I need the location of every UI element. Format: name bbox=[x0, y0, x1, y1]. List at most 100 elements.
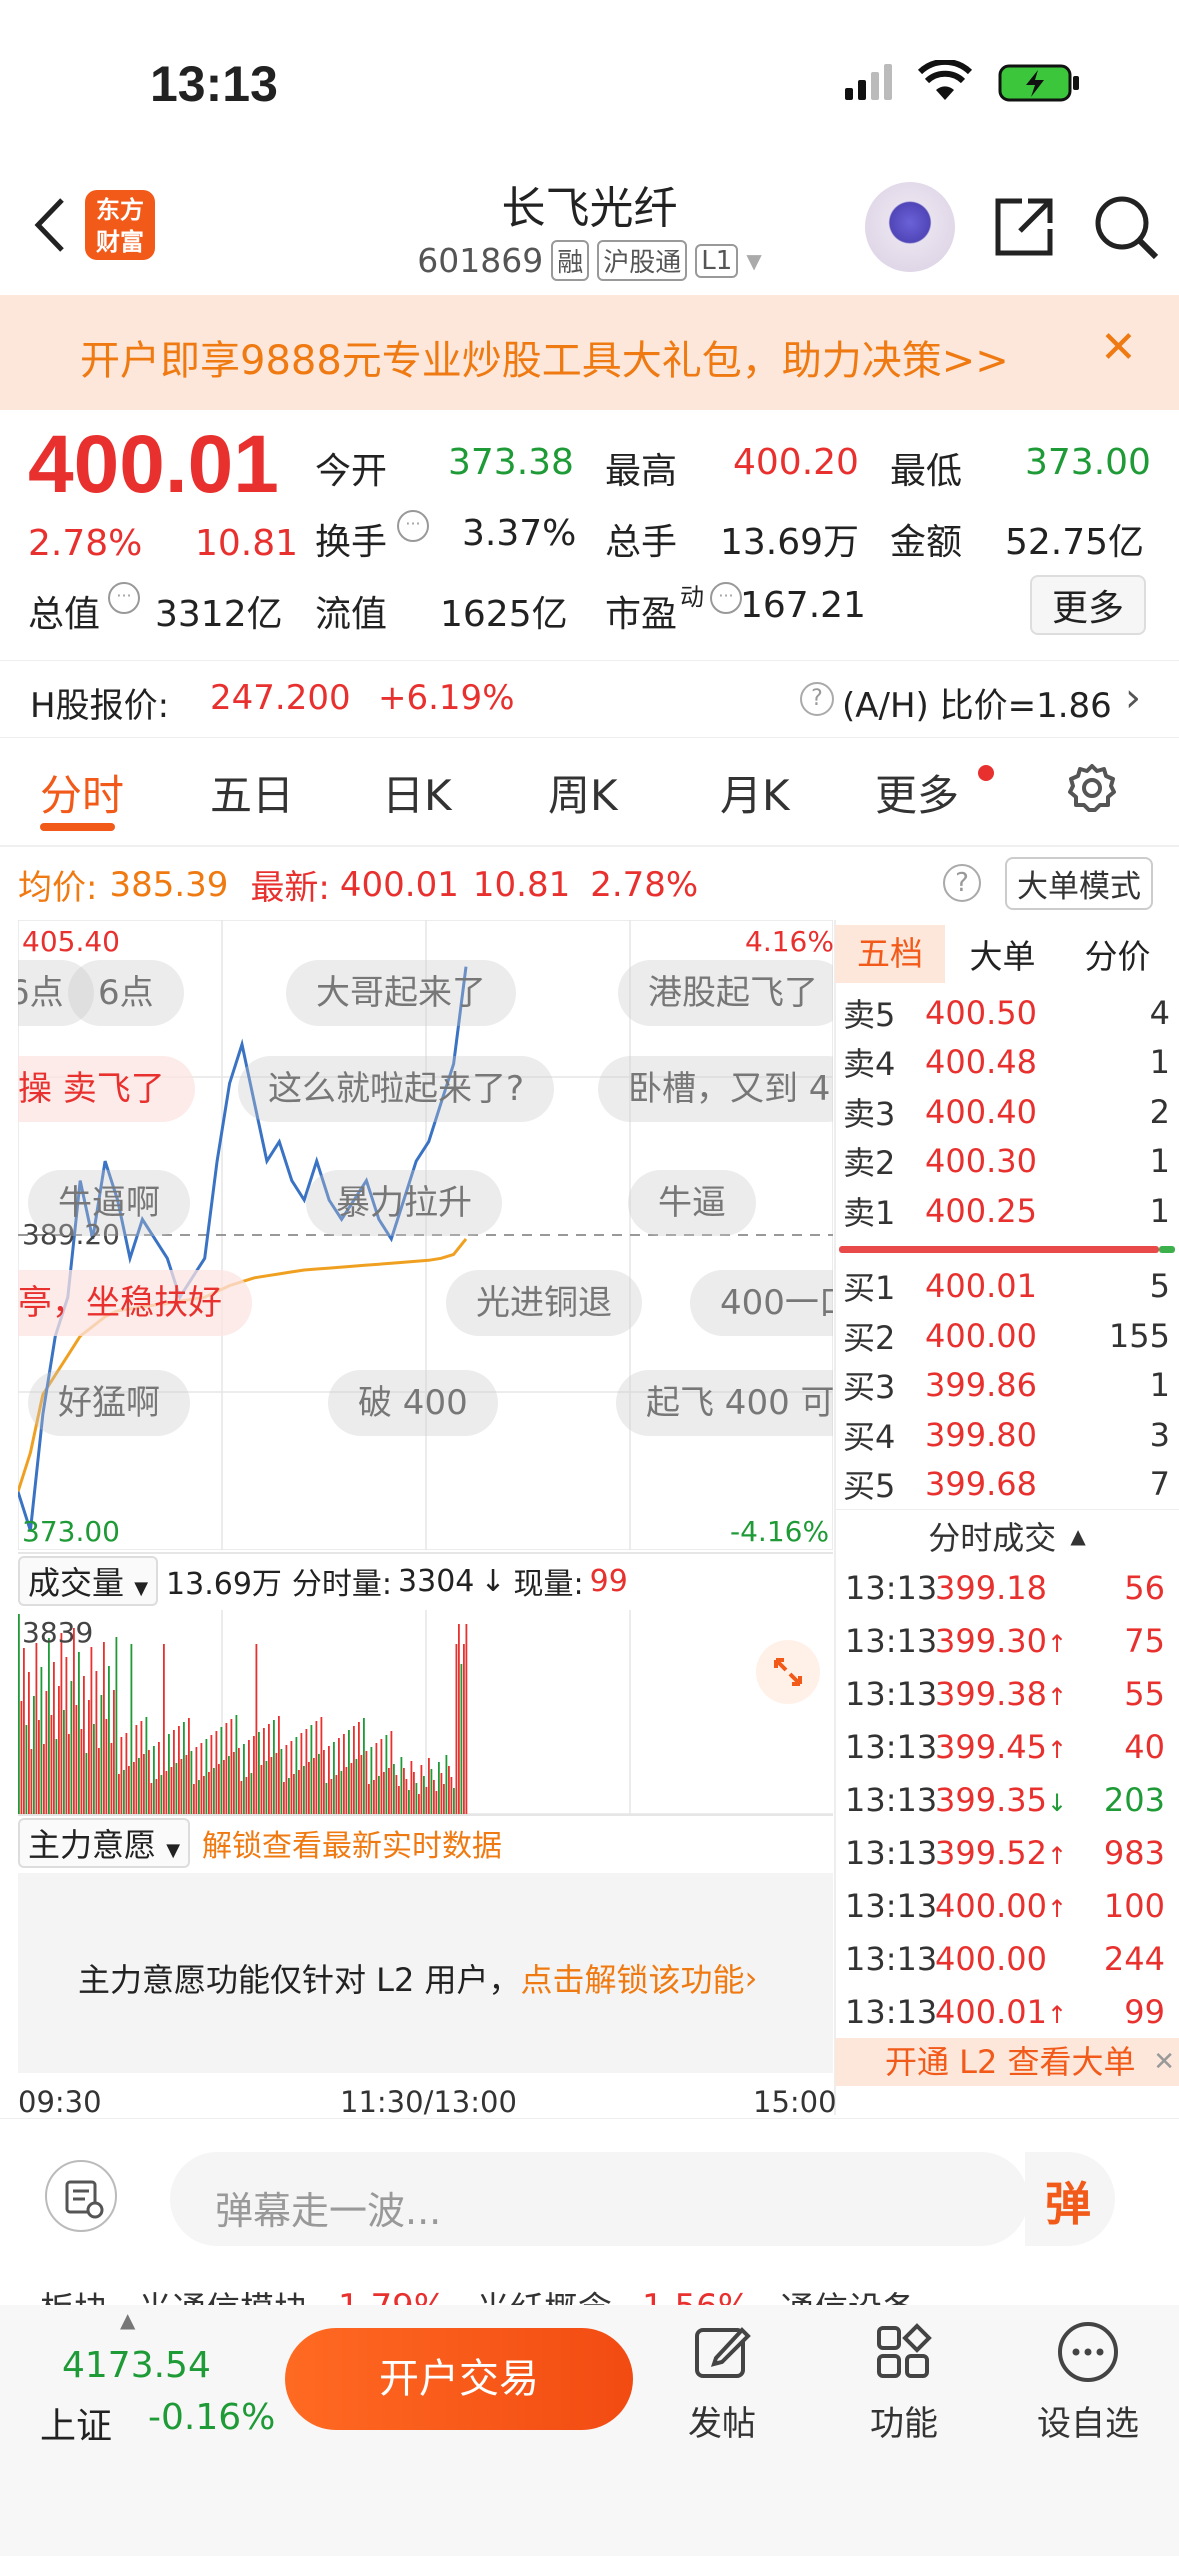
volume-bar bbox=[155, 1779, 158, 1814]
danmaku-input[interactable]: 弹幕走一波... bbox=[170, 2152, 1028, 2246]
chevron-right-icon[interactable]: › bbox=[1125, 675, 1141, 721]
apps-icon[interactable] bbox=[873, 2322, 935, 2386]
orderbook-volume: 1 bbox=[1149, 1366, 1170, 1405]
chevron-down-icon[interactable]: ▼ bbox=[746, 249, 761, 273]
tab-intraday[interactable]: 分时 bbox=[40, 762, 124, 823]
volume-bar bbox=[90, 1647, 93, 1814]
orderbook-level: 买4 bbox=[843, 1417, 896, 1456]
tag-margin: 融 bbox=[551, 240, 590, 281]
zhuli-select[interactable]: 主力意愿 ▼ bbox=[18, 1818, 191, 1868]
index-value[interactable]: 4173.54 bbox=[62, 2345, 211, 2386]
tick-time: 13:13 bbox=[845, 1833, 938, 1872]
more-icon[interactable]: ··· bbox=[710, 582, 742, 614]
arrow-down-icon: ↓ bbox=[480, 1563, 506, 1599]
stock-code: 601869 bbox=[417, 241, 544, 280]
note-settings-icon[interactable] bbox=[45, 2160, 117, 2232]
expand-icon[interactable] bbox=[756, 1640, 820, 1704]
volume-bar bbox=[63, 1710, 65, 1814]
unlock-feature-link[interactable]: 点击解锁该功能 bbox=[521, 1955, 745, 2001]
help-icon[interactable]: ? bbox=[800, 682, 834, 716]
orderbook-row[interactable]: 卖1 400.25 1 bbox=[835, 1186, 1179, 1236]
danmaku: 6点 bbox=[68, 960, 184, 1026]
volume-header: 成交量 ▼ 13.69万 分时量: 3304 ↓ 现量: 99 bbox=[18, 1556, 628, 1606]
more-icon[interactable]: ··· bbox=[108, 582, 140, 614]
tab-more[interactable]: 更多 bbox=[875, 762, 959, 823]
nav-functions[interactable]: 功能 bbox=[844, 2396, 964, 2445]
close-icon[interactable]: ✕ bbox=[1100, 322, 1137, 373]
promo-text[interactable]: 开户即享9888元专业炒股工具大礼包，助力决策>> bbox=[80, 328, 1009, 386]
orderbook-price: 400.01 bbox=[925, 1267, 1037, 1306]
volume-bar bbox=[73, 1628, 75, 1814]
orderbook-row[interactable]: 买4 399.80 3 bbox=[835, 1410, 1179, 1460]
volume-bar bbox=[465, 1624, 468, 1814]
volume-bar bbox=[228, 1756, 230, 1814]
tick-row: 13:13 400.01↑ 99 bbox=[835, 1985, 1179, 2038]
orderbook-row[interactable]: 卖5 400.50 4 bbox=[835, 988, 1179, 1038]
change-amount: 10.81 bbox=[195, 523, 299, 564]
divider bbox=[18, 1814, 833, 1816]
tick-row: 13:13 399.45↑ 40 bbox=[835, 1720, 1179, 1773]
ticks-title[interactable]: 分时成交 ▲ bbox=[835, 1509, 1179, 1561]
volume-bar bbox=[143, 1754, 145, 1814]
danmaku: 操 卖飞了 bbox=[18, 1056, 195, 1122]
tag-connect: 沪股通 bbox=[597, 240, 688, 281]
panel-tab-bigorder[interactable]: 大单 bbox=[945, 930, 1060, 978]
volume-bar bbox=[183, 1722, 185, 1814]
volume-bar bbox=[185, 1755, 188, 1814]
volume-select[interactable]: 成交量 ▼ bbox=[18, 1556, 159, 1606]
nav-post[interactable]: 发帖 bbox=[662, 2396, 782, 2445]
unlock-link[interactable]: 解锁查看最新实时数据 bbox=[202, 1821, 502, 1865]
volume-bar bbox=[203, 1776, 205, 1814]
bid-ask-ratio-bar bbox=[835, 1236, 1179, 1262]
orderbook-row[interactable]: 买5 399.68 7 bbox=[835, 1460, 1179, 1510]
float-label: 流值 bbox=[315, 594, 388, 635]
danmaku-button[interactable]: 弹 bbox=[1025, 2152, 1115, 2246]
orderbook-row[interactable]: 买1 400.01 5 bbox=[835, 1262, 1179, 1312]
tab-monthly[interactable]: 月K bbox=[720, 762, 790, 823]
mcap-label: 总值 bbox=[28, 594, 101, 635]
tick-volume: 983 bbox=[1103, 1833, 1165, 1872]
volume-bar bbox=[190, 1751, 193, 1814]
more-icon[interactable] bbox=[1056, 2320, 1120, 2388]
index-name[interactable]: 上证 bbox=[40, 2397, 112, 2449]
search-icon[interactable] bbox=[1092, 193, 1162, 267]
close-icon[interactable]: ✕ bbox=[1153, 2038, 1175, 2086]
volume-bar bbox=[288, 1778, 290, 1814]
l2-banner[interactable]: 开通 L2 查看大单 ✕ bbox=[835, 2038, 1179, 2086]
orderbook-row[interactable]: 买3 399.86 1 bbox=[835, 1361, 1179, 1411]
trade-button[interactable]: 开户交易 bbox=[285, 2328, 633, 2430]
orderbook-row[interactable]: 卖3 400.40 2 bbox=[835, 1087, 1179, 1137]
tab-weekly[interactable]: 周K bbox=[548, 762, 618, 823]
latest-label: 最新: bbox=[250, 868, 330, 908]
tick-time: 13:13 bbox=[845, 1568, 938, 1607]
volume-bar bbox=[45, 1691, 48, 1814]
panel-tab-price[interactable]: 分价 bbox=[1060, 930, 1175, 978]
more-icon[interactable]: ··· bbox=[397, 510, 429, 542]
tab-5day[interactable]: 五日 bbox=[210, 762, 294, 823]
volume-bar bbox=[448, 1766, 450, 1814]
nav-watchlist[interactable]: 设自选 bbox=[1028, 2396, 1148, 2445]
volume-bar bbox=[240, 1781, 243, 1814]
more-button[interactable]: 更多 bbox=[1030, 575, 1147, 635]
volume-bar bbox=[53, 1662, 55, 1814]
share-icon[interactable] bbox=[992, 195, 1056, 263]
index-pct[interactable]: -0.16% bbox=[148, 2397, 275, 2438]
orderbook-row[interactable]: 买2 400.00 155 bbox=[835, 1311, 1179, 1361]
orderbook-row[interactable]: 卖2 400.30 1 bbox=[835, 1137, 1179, 1187]
compose-icon[interactable] bbox=[692, 2322, 754, 2386]
volume-bar bbox=[370, 1747, 373, 1814]
panel-tab-level5[interactable]: 五档 bbox=[835, 925, 945, 983]
orderbook-volume: 155 bbox=[1108, 1316, 1170, 1355]
gear-icon[interactable] bbox=[1066, 762, 1118, 814]
orderbook-row[interactable]: 卖4 400.48 1 bbox=[835, 1038, 1179, 1088]
volume-chart[interactable] bbox=[18, 1610, 833, 1814]
danmaku: 破 400 bbox=[328, 1370, 498, 1436]
assistant-avatar[interactable] bbox=[865, 182, 955, 272]
big-order-mode-button[interactable]: 大单模式 bbox=[1005, 857, 1153, 910]
volume-bar bbox=[403, 1768, 405, 1814]
volume-bar bbox=[175, 1763, 178, 1814]
tab-daily[interactable]: 日K bbox=[382, 762, 452, 823]
open-value: 373.38 bbox=[448, 442, 574, 483]
wifi-icon bbox=[917, 58, 973, 106]
help-icon[interactable]: ? bbox=[943, 864, 981, 902]
